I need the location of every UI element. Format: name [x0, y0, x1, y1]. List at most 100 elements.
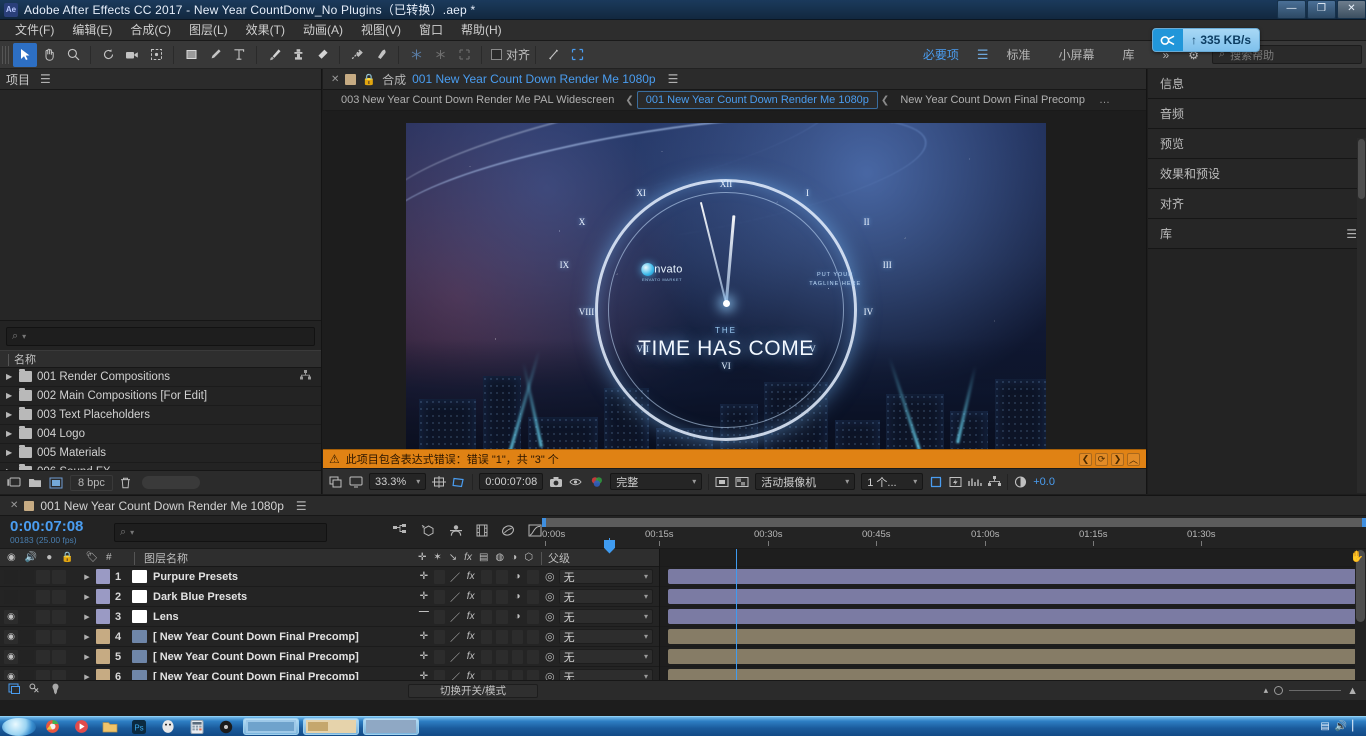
- workspace-tab-library[interactable]: 库: [1109, 41, 1149, 69]
- audio-toggle[interactable]: [20, 609, 34, 624]
- shy-switch[interactable]: ✛: [418, 670, 430, 680]
- quality-switch[interactable]: ／: [449, 670, 461, 680]
- parent-cell[interactable]: ◎ 无 ▾: [539, 649, 659, 664]
- layer-name[interactable]: [ New Year Count Down Final Precomp]: [153, 651, 412, 663]
- layer-name[interactable]: Purpure Presets: [153, 571, 412, 583]
- solo-toggle[interactable]: [36, 669, 50, 680]
- collapse-switch[interactable]: [433, 609, 446, 624]
- track-row[interactable]: [660, 647, 1366, 667]
- media-player-icon[interactable]: [68, 718, 94, 736]
- renderer-icon[interactable]: [988, 476, 1002, 487]
- label-color-swatch[interactable]: [96, 649, 110, 664]
- frame-blend-switch[interactable]: [480, 649, 493, 664]
- hand-tool-icon[interactable]: [37, 43, 61, 67]
- disclosure-triangle-icon[interactable]: ▶: [6, 448, 14, 457]
- close-button[interactable]: ✕: [1337, 0, 1366, 19]
- project-tab[interactable]: 项目: [6, 71, 30, 88]
- timeline-tab-label[interactable]: 001 New Year Count Down Render Me 1080p: [40, 499, 284, 513]
- layer-duration-bar[interactable]: [668, 609, 1356, 624]
- show-snapshot-icon[interactable]: [569, 476, 584, 488]
- motion-blur-switch[interactable]: [496, 649, 508, 664]
- frame-blend-switch[interactable]: [480, 609, 493, 624]
- threed-switch[interactable]: [527, 649, 539, 664]
- tracks-playhead[interactable]: [736, 549, 737, 680]
- lock-toggle[interactable]: [52, 609, 66, 624]
- frame-blend-switch[interactable]: [480, 589, 493, 604]
- error-collapse-button[interactable]: ︿: [1127, 452, 1140, 466]
- interpret-footage-icon[interactable]: [7, 477, 21, 488]
- motion-blur-icon[interactable]: [501, 524, 515, 540]
- current-time-display[interactable]: 0:00:07:08: [479, 473, 544, 490]
- exposure-value[interactable]: +0.0: [1033, 476, 1055, 488]
- new-composition-icon[interactable]: [49, 477, 63, 489]
- scrollbar-thumb[interactable]: [1358, 139, 1365, 199]
- close-icon[interactable]: ✕: [10, 500, 18, 511]
- exposure-icon[interactable]: [1014, 475, 1027, 488]
- panel-libraries[interactable]: 库 ☰: [1148, 219, 1366, 249]
- quality-switch[interactable]: ／: [449, 630, 461, 644]
- tray-network-icon[interactable]: ▤: [1320, 721, 1329, 732]
- snapping-tool-icon[interactable]: [541, 43, 565, 67]
- camera-select[interactable]: 活动摄像机 ▾: [755, 473, 856, 490]
- show-desktop-button[interactable]: ▏: [1352, 721, 1360, 732]
- right-dock-scrollbar[interactable]: [1357, 138, 1366, 493]
- lock-toggle[interactable]: [52, 669, 66, 680]
- zoom-tool-icon[interactable]: [61, 43, 85, 67]
- shy-switch[interactable]: ✛: [418, 650, 430, 664]
- tray-volume-icon[interactable]: 🔊: [1335, 721, 1347, 732]
- panel-preview[interactable]: 预览: [1148, 129, 1366, 159]
- quality-switch[interactable]: ／: [449, 570, 461, 584]
- close-icon[interactable]: ✕: [331, 74, 339, 85]
- error-prev-button[interactable]: ❮: [1079, 452, 1092, 466]
- unified-camera-tool-icon[interactable]: [404, 43, 428, 67]
- shy-switch[interactable]: ✛: [418, 570, 430, 584]
- visibility-toggle[interactable]: ◉: [4, 669, 18, 680]
- frame-blend-switch[interactable]: [480, 629, 493, 644]
- eraser-tool-icon[interactable]: [310, 43, 334, 67]
- disclosure-triangle-icon[interactable]: ▶: [78, 573, 96, 581]
- breadcrumb-item-3[interactable]: New Year Count Down Final Precomp: [892, 94, 1093, 106]
- panel-effects-presets[interactable]: 效果和预设: [1148, 159, 1366, 189]
- disclosure-triangle-icon[interactable]: ▶: [78, 653, 96, 661]
- error-refresh-button[interactable]: ⟳: [1095, 452, 1108, 466]
- color-depth-button[interactable]: 8 bpc: [70, 474, 113, 491]
- menu-effect[interactable]: 效果(T): [237, 20, 294, 41]
- composition-mini-flowchart-icon[interactable]: [393, 524, 408, 540]
- pixel-aspect-correction-icon[interactable]: [929, 476, 943, 488]
- disclosure-triangle-icon[interactable]: ▶: [6, 391, 14, 400]
- timeline-ruler-area[interactable]: 0:00s 00:15s 00:30s 00:45s 01:00s 01:15s…: [542, 516, 1366, 554]
- track-row[interactable]: [660, 667, 1366, 680]
- region-preview-icon[interactable]: [715, 476, 729, 488]
- fast-previews-icon[interactable]: [949, 476, 962, 488]
- project-folder-row[interactable]: ▶ 004 Logo: [0, 424, 321, 444]
- rotation-tool-icon[interactable]: [96, 43, 120, 67]
- quality-switch[interactable]: ／: [449, 590, 461, 604]
- label-color-swatch[interactable]: [96, 609, 110, 624]
- photoshop-icon[interactable]: Ps: [126, 718, 152, 736]
- project-folder-row[interactable]: ▶ 005 Materials: [0, 443, 321, 463]
- align-checkbox[interactable]: [491, 49, 502, 60]
- timeline-panel-menu-icon[interactable]: ☰: [296, 499, 307, 513]
- table-row[interactable]: ▶ 1 Purpure Presets ✛ ／ fx ◑ ◎ 无 ▾: [0, 567, 659, 587]
- expression-error-bar[interactable]: ⚠ 此项目包含表达式错误：错误 "1"，共 "3" 个 ❮ ⟳ ❯ ︿: [323, 449, 1146, 468]
- lock-toggle[interactable]: [52, 589, 66, 604]
- layer-name[interactable]: [ New Year Count Down Final Precomp]: [153, 631, 412, 643]
- motion-blur-switch[interactable]: [496, 609, 508, 624]
- timeline-tracks-pane[interactable]: ✋: [660, 549, 1366, 680]
- shy-switch[interactable]: ✛: [418, 590, 430, 604]
- frame-blend-switch[interactable]: [480, 669, 493, 680]
- selection-tool-icon[interactable]: [13, 42, 37, 67]
- timecode-block[interactable]: 0:00:07:08 00183 (25.00 fps): [0, 519, 110, 545]
- pickwhip-icon[interactable]: ◎: [545, 570, 555, 583]
- toolbar-grip[interactable]: [2, 45, 11, 64]
- menu-view[interactable]: 视图(V): [352, 20, 410, 41]
- project-folder-row[interactable]: ▶ 002 Main Compositions [For Edit]: [0, 386, 321, 406]
- motion-blur-switch[interactable]: [496, 629, 508, 644]
- shy-switch[interactable]: ⎺: [418, 610, 430, 624]
- adjustment-switch[interactable]: ◑: [512, 570, 524, 584]
- pickwhip-icon[interactable]: ◎: [545, 590, 555, 603]
- table-row[interactable]: ◉ ▶ 6 [ New Year Count Down Final Precom…: [0, 667, 659, 680]
- layer-name[interactable]: [ New Year Count Down Final Precomp]: [153, 671, 412, 681]
- calculator-icon[interactable]: [184, 718, 210, 736]
- project-folder-row[interactable]: ▶ 003 Text Placeholders: [0, 405, 321, 425]
